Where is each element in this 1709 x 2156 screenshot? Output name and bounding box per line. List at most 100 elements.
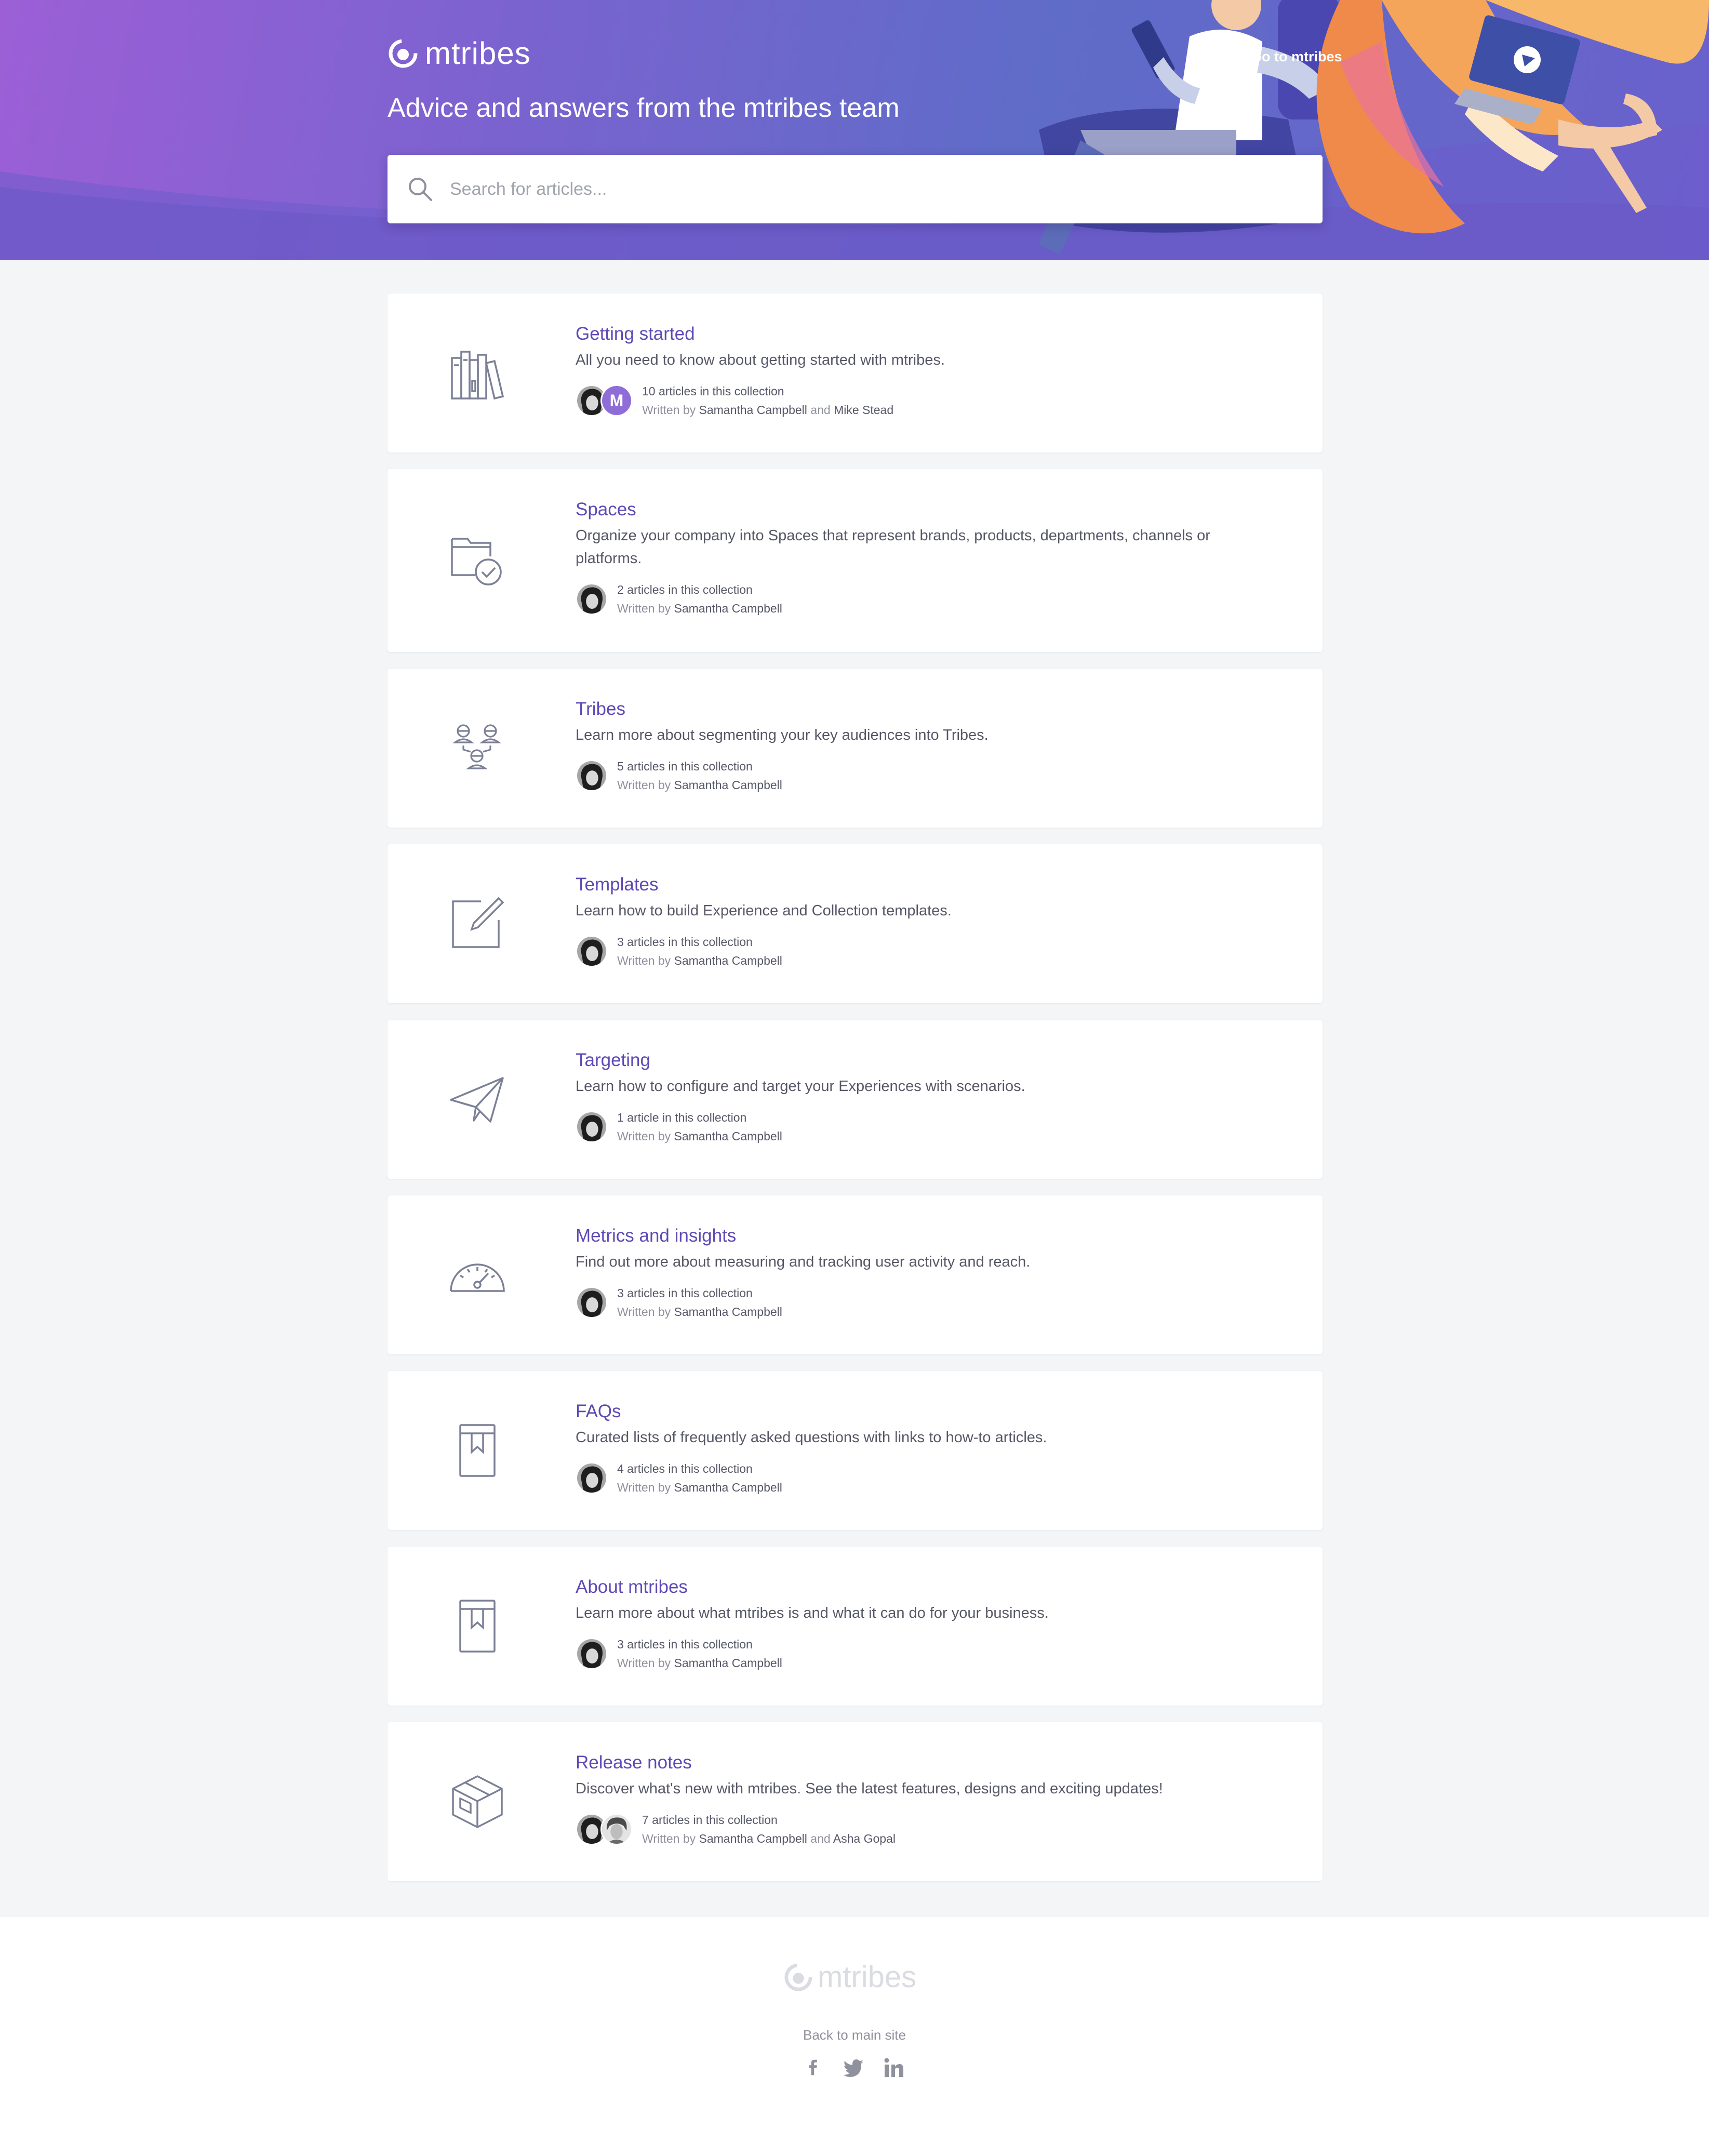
linkedin-icon[interactable] (883, 2057, 905, 2079)
avatar: M (600, 384, 633, 417)
collection-title[interactable]: Getting started (576, 321, 1272, 348)
author-avatars (576, 1286, 608, 1319)
collection-meta-text: 1 article in this collection Written by … (617, 1108, 782, 1146)
avatar (576, 935, 608, 967)
collection-meta: 3 articles in this collection Written by… (576, 933, 1272, 970)
article-count: 3 articles in this collection (617, 935, 753, 949)
written-by-label: Written by (617, 1129, 671, 1143)
author-avatars (576, 760, 608, 792)
collection-body: Targeting Learn how to configure and tar… (576, 1047, 1272, 1146)
collection-card-release-notes[interactable]: Release notes Discover what's new with m… (388, 1722, 1323, 1881)
author-avatars (576, 583, 608, 615)
bookmark-book-icon (459, 1600, 496, 1653)
collection-description: Learn how to build Experience and Collec… (576, 902, 952, 919)
collection-title[interactable]: Tribes (576, 696, 1272, 723)
search-icon (409, 178, 432, 201)
search-input[interactable] (450, 179, 1281, 199)
collection-meta: 3 articles in this collection Written by… (576, 1284, 1272, 1321)
author-name: Samantha Campbell (674, 1656, 782, 1670)
author-name: Samantha Campbell (699, 1832, 807, 1845)
collection-title[interactable]: Metrics and insights (576, 1222, 1272, 1249)
author-name: Samantha Campbell (674, 778, 782, 792)
collection-body: Templates Learn how to build Experience … (576, 871, 1272, 970)
footer-logo[interactable]: mtribes (784, 1960, 916, 1994)
box-icon (452, 1775, 503, 1828)
collection-title[interactable]: Targeting (576, 1047, 1272, 1074)
collection-card-templates[interactable]: Templates Learn how to build Experience … (388, 844, 1323, 1003)
collection-body: Spaces Organize your company into Spaces… (576, 496, 1272, 618)
author-name: Asha Gopal (833, 1832, 896, 1845)
author-name: Samantha Campbell (674, 1481, 782, 1494)
collection-card-getting-started[interactable]: Getting started All you need to know abo… (388, 294, 1323, 453)
collection-meta: 5 articles in this collection Written by… (576, 757, 1272, 794)
article-count: 10 articles in this collection (642, 384, 784, 398)
folder-check-icon (451, 538, 502, 585)
collection-card-faqs[interactable]: FAQs Curated lists of frequently asked q… (388, 1371, 1323, 1530)
speedometer-icon (450, 1263, 505, 1292)
collection-meta: M 10 articles in this collection Written… (576, 382, 1272, 419)
collection-card-targeting[interactable]: Targeting Learn how to configure and tar… (388, 1020, 1323, 1179)
footer: mtribes Back to main site (0, 1917, 1709, 2156)
author-avatars (576, 1462, 608, 1494)
bookmark-book-icon (459, 1424, 496, 1477)
collection-title[interactable]: About mtribes (576, 1574, 1272, 1601)
social-links (802, 2057, 924, 2079)
author-name: Samantha Campbell (674, 954, 782, 967)
written-by-label: Written by (617, 1305, 671, 1319)
collection-meta-text: 7 articles in this collection Written by… (642, 1811, 896, 1848)
header: mtribes Go to mtribes Advice and answers… (0, 0, 1709, 260)
twitter-icon[interactable] (843, 2057, 864, 2079)
tribes-people-icon (452, 724, 501, 769)
books-icon (451, 351, 504, 400)
collection-meta-text: 5 articles in this collection Written by… (617, 757, 782, 794)
facebook-icon[interactable] (802, 2057, 824, 2079)
article-count: 3 articles in this collection (617, 1286, 753, 1300)
author-name: Mike Stead (834, 403, 894, 417)
avatar (600, 1813, 633, 1845)
collection-meta-text: 10 articles in this collection Written b… (642, 382, 893, 419)
collection-title[interactable]: Spaces (576, 496, 1272, 523)
collection-description: Curated lists of frequently asked questi… (576, 1429, 1047, 1446)
go-to-mtribes-link[interactable]: Go to mtribes (1251, 49, 1342, 65)
footer-logo-text: mtribes (818, 1960, 917, 1994)
collection-meta-text: 3 articles in this collection Written by… (617, 933, 782, 970)
collection-description: Learn more about what mtribes is and wha… (576, 1605, 1049, 1621)
collection-title[interactable]: Release notes (576, 1749, 1272, 1776)
author-name: Samantha Campbell (699, 403, 807, 417)
collection-meta: 2 articles in this collection Written by… (576, 580, 1272, 618)
author-avatars (576, 1638, 608, 1670)
mtribes-logo[interactable]: mtribes (389, 35, 531, 71)
collection-card-about-mtribes[interactable]: About mtribes Learn more about what mtri… (388, 1547, 1323, 1706)
collection-meta: 7 articles in this collection Written by… (576, 1811, 1272, 1848)
collection-meta-text: 3 articles in this collection Written by… (617, 1635, 782, 1672)
author-avatars (576, 1111, 608, 1143)
collection-body: FAQs Curated lists of frequently asked q… (576, 1398, 1272, 1497)
author-avatars (576, 935, 608, 967)
collection-body: Release notes Discover what's new with m… (576, 1749, 1272, 1848)
mtribes-logo-icon (389, 39, 418, 68)
collection-title[interactable]: FAQs (576, 1398, 1272, 1425)
author-name: Samantha Campbell (674, 1305, 782, 1319)
written-by-label: Written by (617, 954, 671, 967)
collection-card-metrics-and-insights[interactable]: Metrics and insights Find out more about… (388, 1195, 1323, 1354)
collection-card-tribes[interactable]: Tribes Learn more about segmenting your … (388, 669, 1323, 828)
article-count: 7 articles in this collection (642, 1813, 778, 1827)
avatar (576, 1638, 608, 1670)
author-avatars: M (576, 384, 633, 417)
article-count: 1 article in this collection (617, 1111, 747, 1124)
collection-description: Find out more about measuring and tracki… (576, 1254, 1031, 1270)
written-by-label: Written by (617, 602, 671, 615)
back-to-main-site-link[interactable]: Back to main site (0, 2027, 1709, 2043)
search-bar[interactable] (388, 155, 1323, 223)
collection-card-spaces[interactable]: Spaces Organize your company into Spaces… (388, 469, 1323, 652)
article-count: 2 articles in this collection (617, 583, 753, 596)
collection-meta: 4 articles in this collection Written by… (576, 1459, 1272, 1497)
article-count: 4 articles in this collection (617, 1462, 753, 1475)
collection-title[interactable]: Templates (576, 871, 1272, 898)
collection-body: Metrics and insights Find out more about… (576, 1222, 1272, 1321)
collection-body: About mtribes Learn more about what mtri… (576, 1574, 1272, 1672)
mtribes-logo-icon (784, 1963, 812, 1991)
written-by-label: Written by (617, 778, 671, 792)
collection-description: All you need to know about getting start… (576, 352, 945, 368)
written-by-label: Written by (617, 1481, 671, 1494)
